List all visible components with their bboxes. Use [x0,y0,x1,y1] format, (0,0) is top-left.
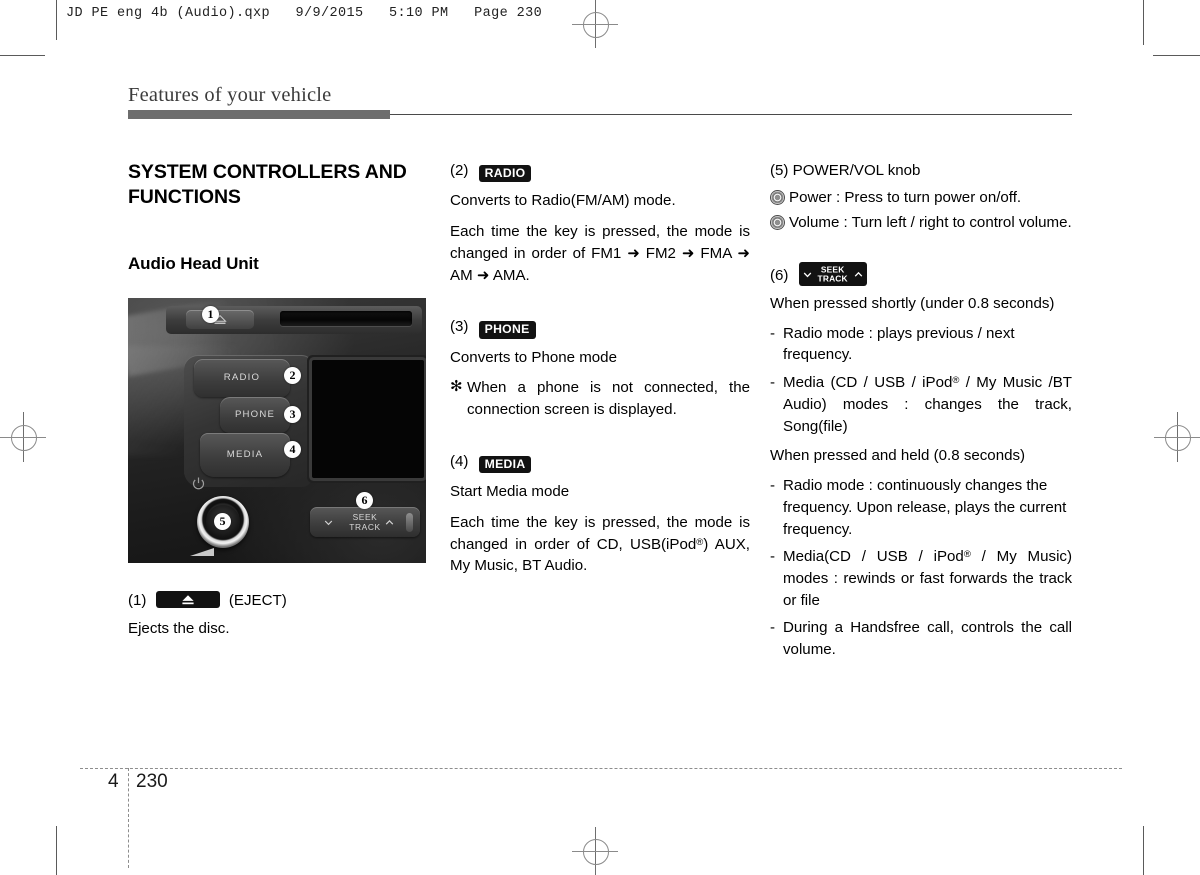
trim-line-bottom [80,768,1122,769]
eject-button-photo[interactable] [186,310,254,330]
list-dash: - [770,477,776,495]
item-5-title: POWER/VOL knob [792,162,921,179]
registered-mark: ® [963,549,971,561]
eject-icon [182,595,194,605]
media-button-photo[interactable]: MEDIA [200,433,290,478]
item-3-number: (3) [450,318,469,336]
seek-track-key-badge: SEEK TRACK [798,262,867,287]
registration-mark-top-center [572,0,618,48]
item-6-long-press-heading: When pressed and held (0.8 seconds) [770,447,1026,465]
radio-button-photo-label: RADIO [223,372,261,384]
header-rule-dark [128,110,390,119]
item-5-bullet-2-text: Volume : Turn left / right to control vo… [789,214,1072,232]
knob-bullet-icon [770,189,785,205]
track-photo-label: TRACK [349,521,381,532]
item-4-heading: (4) MEDIA [450,451,750,474]
item-1-suffix: (EJECT) [228,592,287,610]
item-1-heading: (1) (EJECT) [128,590,428,612]
knob-bullet-icon [770,215,785,231]
registration-mark-right [1154,412,1200,462]
radio-key-badge: RADIO [478,165,532,183]
asterisk-icon: ✻ [450,378,463,396]
registration-mark-left [0,412,46,462]
list-dash: - [770,374,776,392]
item-6-long-item-2-text-a: Media(CD / USB / iPod [783,548,964,566]
eject-key-badge [155,591,220,609]
item-2-number: (2) [450,162,469,179]
radio-button-photo[interactable]: RADIO [194,359,290,398]
crop-mark-top-left-vertical [56,0,57,40]
item-3-note: ✻ When a phone is not connected, the con… [450,377,750,420]
media-button-photo-label: MEDIA [226,449,264,461]
crop-mark-top-right-horizontal [1153,55,1200,56]
trim-line-left-vertical [128,768,129,868]
rocker-divider [406,513,413,533]
crop-mark-top-left-horizontal [0,55,45,56]
item-3-line-1: Converts to Phone mode [450,348,617,366]
item-6-long-item-3-text: During a Handsfree call, controls the ca… [783,619,1072,659]
chevron-up-icon [385,520,394,525]
phone-button-photo[interactable]: PHONE [220,397,290,434]
item-6-number: (6) [770,267,789,285]
item-6-short-item-1-text: Radio mode : plays previous / next frequ… [783,324,1015,364]
list-dash: - [770,324,776,342]
item-6-long-item-2: - Media(CD / USB / iPod® / My Music) mod… [770,546,1072,611]
column-left: SYSTEM CONTROLLERS AND FUNCTIONS Audio H… [128,160,428,646]
prepress-header: JD PE eng 4b (Audio).qxp 9/9/2015 5:10 P… [66,6,543,21]
display-screen [312,360,424,479]
item-6-long-item-1-text: Radio mode : continuously changes the fr… [783,477,1067,538]
column-right: (5) POWER/VOL knob Power : Press to turn… [770,160,1072,667]
crop-mark-bottom-left-vertical [56,826,57,875]
registration-mark-bottom-center [572,827,618,875]
seek-track-photo-label: SEEK TRACK [310,512,420,532]
item-5-bullet-1: Power : Press to turn power on/off. [770,187,1072,209]
item-3-heading: (3) PHONE [450,316,750,339]
item-2-line-1: Converts to Radio(FM/AM) mode. [450,192,676,210]
footer-page-number: 230 [136,771,168,792]
item-6-short-item-1: - Radio mode : plays previous / next fre… [770,323,1072,366]
item-5-number: (5) [770,162,789,179]
phone-button-photo-label: PHONE [234,409,276,421]
item-6-short-item-2: - Media (CD / USB / iPod® / My Music /BT… [770,372,1072,437]
footer-chapter-number: 4 [108,771,119,792]
phone-key-badge: PHONE [478,321,536,339]
list-dash: - [770,548,776,566]
item-6-long-item-3: - During a Handsfree call, controls the … [770,617,1072,660]
item-3-note-text: When a phone is not connected, the conne… [467,379,750,419]
item-4-line-2: Each time the key is pressed, the mode i… [450,512,750,577]
list-dash: - [770,619,776,637]
item-6-short-item-2-text-a: Media (CD / USB / iPod [783,374,953,392]
crop-mark-top-right-vertical [1143,0,1144,45]
item-6-short-press-heading: When pressed shortly (under 0.8 seconds) [770,294,1055,312]
page-title: SYSTEM CONTROLLERS AND FUNCTIONS [128,161,407,208]
disc-slot [280,311,412,327]
item-2-heading: (2) RADIO [450,160,750,183]
item-1-body: Ejects the disc. [128,620,230,638]
item-1-number: (1) [128,592,147,610]
item-4-number: (4) [450,452,469,470]
running-head: Features of your vehicle [128,84,332,106]
chevron-up-icon [854,272,862,277]
item-5-bullet-2: Volume : Turn left / right to control vo… [770,212,1072,234]
media-key-badge: MEDIA [478,455,532,474]
item-5-heading: (5) POWER/VOL knob [770,160,1072,182]
trim-wedge [190,548,214,557]
seek-track-button-photo[interactable]: SEEK TRACK [310,507,420,538]
item-6-long-item-1: - Radio mode : continuously changes the … [770,475,1072,540]
item-2-line-2: Each time the key is pressed, the mode i… [450,223,750,284]
item-6-heading: (6) SEEK TRACK [770,262,1072,287]
power-icon [192,477,205,490]
subsection-title: Audio Head Unit [128,253,259,273]
item-4-line-1: Start Media mode [450,483,570,501]
crop-mark-bottom-right-vertical [1143,826,1144,875]
item-5-bullet-1-text: Power : Press to turn power on/off. [789,188,1022,206]
audio-head-unit-photo: RADIO PHONE MEDIA SEEK TRACK 1 2 3 4 5 6 [128,298,426,564]
column-middle: (2) RADIO Converts to Radio(FM/AM) mode.… [450,160,750,577]
